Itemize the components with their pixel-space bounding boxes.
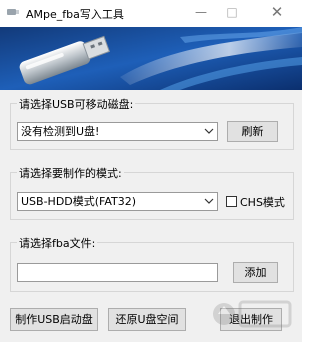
usb-app-icon [7, 9, 19, 15]
chevron-down-icon [204, 128, 214, 134]
main-panel: 请选择USB可移动磁盘: 没有检测到U盘! 刷新 请选择要制作的模式: USB-… [0, 90, 302, 342]
watermark-logo [213, 300, 292, 328]
restore-usb-button[interactable]: 还原U盘空间 [108, 308, 186, 331]
mode-select[interactable]: USB-HDD模式(FAT32) [17, 192, 218, 211]
fba-file-group: 请选择fba文件: 添加 [10, 235, 294, 292]
fba-file-input[interactable] [17, 263, 218, 282]
usb-disk-select[interactable]: 没有检测到U盘! [17, 122, 218, 141]
mode-select-value: USB-HDD模式(FAT32) [21, 195, 137, 208]
mode-group: 请选择要制作的模式: USB-HDD模式(FAT32) CHS模式 [10, 165, 294, 220]
chevron-down-icon [204, 198, 214, 204]
usb-disk-group-label: 请选择USB可移动磁盘: [17, 96, 136, 112]
usb-drive-banner-image [0, 27, 302, 90]
maximize-button[interactable]: □ [217, 0, 247, 27]
minimize-button[interactable]: — [186, 0, 216, 27]
usb-disk-select-value: 没有检测到U盘! [21, 125, 100, 138]
usb-disk-group: 请选择USB可移动磁盘: 没有检测到U盘! 刷新 [10, 96, 294, 150]
mode-group-label: 请选择要制作的模式: [17, 165, 124, 181]
add-file-button[interactable]: 添加 [233, 262, 278, 283]
fba-file-group-label: 请选择fba文件: [17, 235, 98, 251]
refresh-button[interactable]: 刷新 [227, 121, 278, 142]
window-title: AMpe_fba写入工具 [26, 8, 124, 21]
chs-mode-checkbox[interactable] [226, 196, 237, 207]
chs-mode-label: CHS模式 [240, 196, 285, 209]
title-bar: AMpe_fba写入工具 — □ ✕ [0, 0, 302, 27]
close-button[interactable]: ✕ [262, 0, 292, 27]
header-banner [0, 27, 302, 90]
make-usb-boot-button[interactable]: 制作USB启动盘 [10, 308, 98, 331]
